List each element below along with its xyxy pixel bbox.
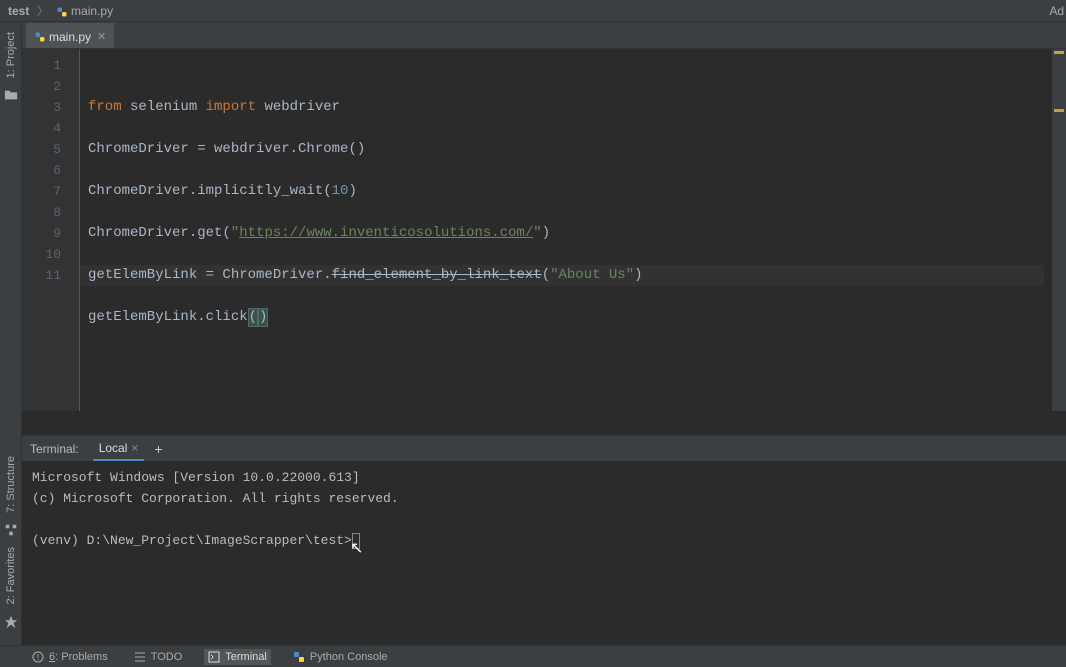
close-icon[interactable]: ✕ [97, 30, 106, 43]
breadcrumb-project[interactable]: test [8, 4, 29, 18]
close-icon[interactable]: × [131, 441, 138, 455]
python-icon [293, 651, 305, 663]
terminal-tab-local[interactable]: Local × [93, 437, 145, 461]
svg-text:!: ! [37, 653, 39, 662]
tab-label: main.py [49, 30, 91, 44]
bottom-problems[interactable]: ! 6: Problems [28, 649, 112, 665]
star-icon [4, 615, 18, 629]
editor[interactable]: 1 2 3 4 5 6 7 8 9 10 11 from selenium im… [22, 49, 1066, 411]
terminal-icon [208, 651, 220, 663]
python-file-icon [56, 6, 68, 18]
bottom-python-console[interactable]: Python Console [289, 649, 392, 665]
python-file-icon [34, 31, 46, 43]
breadcrumb-file[interactable]: main.py [71, 4, 113, 18]
matched-paren-open: ( [248, 308, 258, 327]
deprecated-method: find_element_by_link_text [332, 267, 542, 283]
rail-structure[interactable]: 7: Structure [5, 450, 17, 519]
terminal-title: Terminal: [30, 442, 79, 456]
structure-icon [4, 523, 18, 537]
top-right-label[interactable]: Ad [1049, 4, 1064, 18]
url-link[interactable]: https://www.inventicosolutions.com/ [239, 225, 533, 241]
folder-icon [4, 88, 18, 102]
add-terminal-button[interactable]: + [154, 441, 162, 457]
warning-icon: ! [32, 651, 44, 663]
bottom-todo[interactable]: TODO [130, 649, 187, 665]
scroll-warning-marker[interactable] [1054, 109, 1064, 112]
list-icon [134, 651, 146, 663]
bottom-terminal[interactable]: Terminal [204, 649, 271, 665]
kw-from: from [88, 99, 122, 115]
breadcrumb-separator: 〉 [37, 4, 49, 18]
terminal-body[interactable]: Microsoft Windows [Version 10.0.22000.61… [22, 461, 1066, 645]
scroll-warning-marker[interactable] [1054, 51, 1064, 54]
kw-import: import [206, 99, 256, 115]
breadcrumb[interactable]: test 〉 main.py [8, 2, 113, 19]
tab-main-py[interactable]: main.py ✕ [26, 23, 114, 48]
rail-project[interactable]: 1: Project [5, 26, 17, 84]
bottom-bar: ! 6: Problems TODO Terminal Python Conso… [0, 645, 1066, 667]
matched-paren-close: ) [258, 308, 268, 327]
rail-favorites[interactable]: 2: Favorites [5, 541, 17, 610]
left-rail: 1: Project 7: Structure 2: Favorites [0, 22, 22, 645]
gutter: 1 2 3 4 5 6 7 8 9 10 11 [22, 49, 80, 411]
terminal-line: (c) Microsoft Corporation. All rights re… [32, 491, 399, 506]
editor-scrollbar[interactable] [1052, 49, 1066, 411]
terminal-line: Microsoft Windows [Version 10.0.22000.61… [32, 470, 360, 485]
breadcrumb-bar: test 〉 main.py Ad [0, 0, 1066, 22]
code-line-3: ChromeDriver = webdriver.Chrome() [88, 141, 365, 157]
mouse-cursor-icon: ↖ [350, 539, 363, 560]
terminal-header: Terminal: Local × + [22, 435, 1066, 461]
terminal-prompt: (venv) D:\New_Project\ImageScrapper\test… [32, 533, 352, 548]
editor-tabs: main.py ✕ [22, 22, 1066, 49]
code-area[interactable]: from selenium import webdriver ChromeDri… [79, 49, 1066, 411]
